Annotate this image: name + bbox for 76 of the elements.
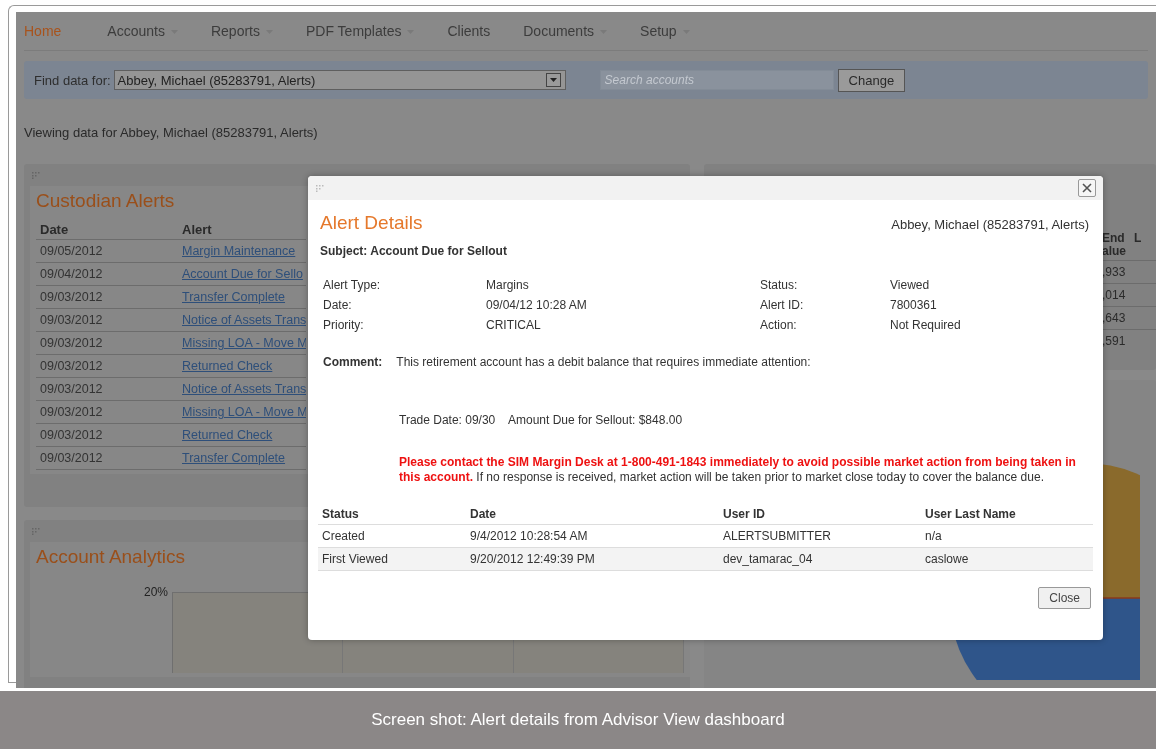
alert-link[interactable]: Returned Check xyxy=(182,428,273,442)
alert-link[interactable]: Transfer Complete xyxy=(182,451,286,465)
table-cell: Created xyxy=(318,524,466,548)
close-icon[interactable] xyxy=(1078,179,1096,197)
table-cell: 09/03/2012 xyxy=(36,400,178,424)
comment-label: Comment: xyxy=(323,355,383,369)
panel-title: Custodian Alerts xyxy=(36,190,175,212)
field-label: Status: xyxy=(760,278,799,292)
table-cell: ALERTSUBMITTER xyxy=(719,524,921,548)
account-dropdown[interactable]: Abbey, Michael (85283791, Alerts) xyxy=(113,70,566,90)
field-value: CRITICAL xyxy=(486,318,542,332)
table-cell: 9/4/2012 10:28:54 AM xyxy=(466,524,719,548)
warning-message: Please contact the SIM Margin Desk at 1-800-491-1843 immediately to avoid possible market action from being taken in this account. If no response is received, market action will be taken prior to market close today to cover the balance due. xyxy=(399,455,1077,485)
field-label: Alert ID: xyxy=(760,298,805,312)
alert-link[interactable]: Margin Maintenance xyxy=(182,244,296,258)
column-header: User ID xyxy=(719,507,921,525)
account-name: Abbey, Michael (85283791, Alerts) xyxy=(891,217,1089,232)
close-button[interactable]: Close xyxy=(1038,587,1091,609)
alert-link[interactable]: Missing LOA - Move M xyxy=(182,405,306,419)
axis-tick-label: 20% xyxy=(144,585,169,599)
field-value: 7800361 xyxy=(890,298,938,312)
comment-text: This retirement account has a debit balance that requires immediate attention: xyxy=(396,355,811,369)
field-label: Action: xyxy=(760,318,798,332)
table-cell: First Viewed xyxy=(318,547,466,571)
grip-icon[interactable] xyxy=(32,527,40,535)
table-cell: 09/03/2012 xyxy=(36,377,178,401)
column-header: Date xyxy=(466,507,719,525)
table-cell: dev_tamarac_04 xyxy=(719,547,921,571)
find-label: Find data for: xyxy=(34,72,111,88)
table-cell: 09/03/2012 xyxy=(36,354,178,378)
alert-link[interactable]: Notice of Assets Trans xyxy=(182,313,306,327)
table-cell: 9/20/2012 12:49:39 PM xyxy=(466,547,719,571)
alert-link[interactable]: Missing LOA - Move M xyxy=(182,336,306,350)
column-header: End alue xyxy=(1100,232,1132,261)
table-cell: 09/03/2012 xyxy=(36,308,178,332)
grip-icon[interactable] xyxy=(316,184,324,192)
table-cell: 09/03/2012 xyxy=(36,446,178,470)
table-cell: 09/03/2012 xyxy=(36,423,178,447)
field-label: Alert Type: xyxy=(323,278,382,292)
field-value: Margins xyxy=(486,278,530,292)
grip-icon[interactable] xyxy=(32,171,40,179)
table-cell: 09/05/2012 xyxy=(36,239,178,263)
field-value: Not Required xyxy=(890,318,962,332)
trade-info-text: Trade Date: 09/30 Amount Due for Sellout: $848.00 xyxy=(399,413,684,427)
nav-tab[interactable]: Home xyxy=(24,23,62,39)
viewing-text: Viewing data for Abbey, Michael (85283791, Alerts) xyxy=(24,125,319,140)
nav-tab[interactable]: Reports xyxy=(210,23,273,39)
nav-tab[interactable]: Clients xyxy=(447,23,491,39)
alert-link[interactable]: Transfer Complete xyxy=(182,290,286,304)
search-field[interactable]: Search accounts xyxy=(599,70,834,90)
nav-tab[interactable]: Accounts xyxy=(107,23,178,39)
column-header: Alert xyxy=(178,222,306,240)
subject-text: Subject: Account Due for Sellout xyxy=(320,244,508,258)
column-header: Date xyxy=(36,222,178,240)
nav-tab[interactable]: Setup xyxy=(640,23,690,39)
nav-tab[interactable]: PDF Templates xyxy=(306,23,415,39)
change-button[interactable]: Change xyxy=(837,68,906,92)
column-header: Status xyxy=(318,507,466,525)
alert-link[interactable]: Account Due for Sello xyxy=(182,267,303,281)
column-header: User Last Name xyxy=(921,507,1093,525)
panel-title: Account Analytics xyxy=(36,546,185,568)
table-cell: 09/03/2012 xyxy=(36,285,178,309)
caption-text: Screen shot: Alert details from Advisor View dashboard xyxy=(0,691,1156,749)
column-header: L xyxy=(1132,232,1156,261)
field-value: 09/04/12 10:28 AM xyxy=(486,298,588,312)
nav-tab[interactable]: Documents xyxy=(523,23,608,39)
dialog-title: Alert Details xyxy=(320,212,423,234)
table-cell: caslowe xyxy=(921,547,1093,571)
field-value: Viewed xyxy=(890,278,931,292)
field-label: Priority: xyxy=(323,318,365,332)
field-label: Date: xyxy=(323,298,353,312)
alert-link[interactable]: Returned Check xyxy=(182,359,273,373)
table-cell: n/a xyxy=(921,524,1093,548)
table-cell: 09/03/2012 xyxy=(36,331,178,355)
alert-link[interactable]: Notice of Assets Trans xyxy=(182,382,306,396)
table-cell: 09/04/2012 xyxy=(36,262,178,286)
